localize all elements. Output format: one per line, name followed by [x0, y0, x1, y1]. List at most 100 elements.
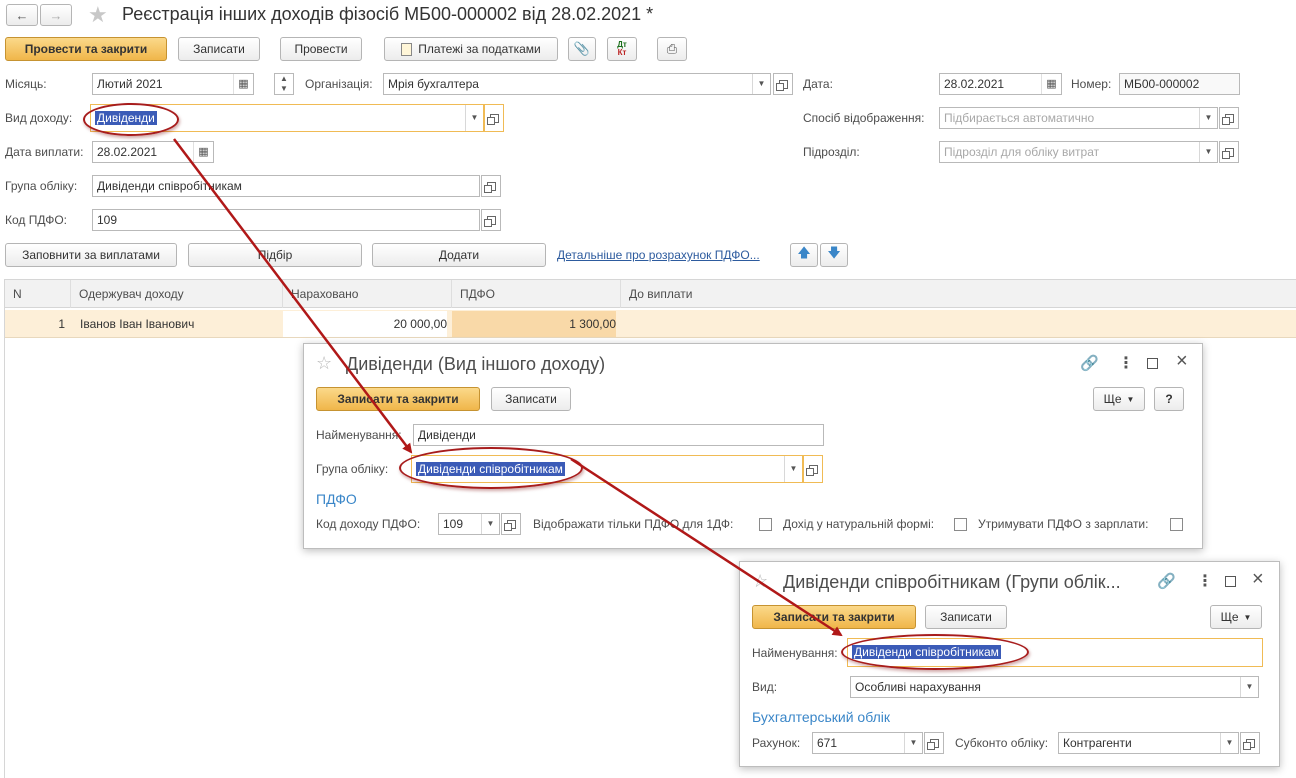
group-open-button[interactable]: [803, 455, 823, 483]
post-and-close-button[interactable]: Провести та закрити: [5, 37, 167, 61]
tax-payments-button[interactable]: Платежі за податками: [384, 37, 558, 61]
chevron-down-icon[interactable]: ▼: [904, 733, 922, 753]
link-icon[interactable]: 🔗: [1080, 354, 1099, 372]
print-button[interactable]: ⎙: [657, 37, 687, 61]
income-type-field[interactable]: Дивіденди ▼: [90, 104, 484, 132]
column-header-pdfo[interactable]: ПДФО: [452, 280, 621, 308]
income-type-open-button[interactable]: [484, 104, 504, 132]
kind-field[interactable]: Особливі нарахування ▼: [850, 676, 1259, 698]
only-1df-checkbox[interactable]: [759, 518, 772, 531]
number-field[interactable]: МБ00-000002: [1119, 73, 1240, 95]
organization-open-button[interactable]: [773, 73, 793, 95]
help-button[interactable]: ?: [1154, 387, 1184, 411]
pdfo-income-code-field[interactable]: 109 ▼: [438, 513, 500, 535]
date-field[interactable]: 28.02.2021 ▦: [939, 73, 1062, 95]
calendar-icon[interactable]: ▦: [233, 74, 253, 94]
arrow-down-icon: 🡇: [827, 245, 841, 260]
chevron-down-icon[interactable]: ▼: [752, 74, 770, 94]
dialog-title: Дивіденди співробітникам (Групи облік...: [783, 572, 1121, 592]
account-group-dialog: ☆ Дивіденди співробітникам (Групи облік.…: [739, 561, 1280, 767]
division-field[interactable]: Підрозділ для обліку витрат ▼: [939, 141, 1218, 163]
natural-form-checkbox[interactable]: [954, 518, 967, 531]
column-header-payout[interactable]: До виплати: [621, 280, 1296, 308]
account-field[interactable]: 671 ▼: [812, 732, 923, 754]
maximize-icon[interactable]: [1225, 576, 1236, 587]
chevron-down-icon[interactable]: ▼: [1240, 677, 1258, 697]
fill-by-payments-button[interactable]: Заповнити за виплатами: [5, 243, 177, 267]
chevron-down-icon[interactable]: ▼: [1220, 733, 1238, 753]
pick-button[interactable]: Підбір: [188, 243, 362, 267]
link-icon[interactable]: 🔗: [1157, 572, 1176, 590]
favorite-star-icon[interactable]: ☆: [316, 353, 332, 374]
save-button[interactable]: Записати: [925, 605, 1007, 629]
close-icon[interactable]: ×: [1176, 350, 1188, 373]
close-icon[interactable]: ×: [1252, 568, 1264, 591]
month-stepper[interactable]: ▲ ▼: [274, 73, 294, 95]
cell-pdfo: 1 300,00: [452, 311, 616, 337]
account-open-button[interactable]: [924, 732, 944, 754]
display-method-open-button[interactable]: [1219, 107, 1239, 129]
chevron-down-icon: ▼: [1243, 612, 1252, 622]
display-method-field[interactable]: Підбирається автоматично ▼: [939, 107, 1218, 129]
calendar-icon[interactable]: ▦: [193, 142, 213, 162]
month-label: Місяць:: [5, 77, 47, 91]
date-label: Дата:: [803, 77, 833, 91]
attach-button[interactable]: 📎: [568, 37, 596, 61]
name-label: Найменування:: [316, 428, 402, 442]
chevron-down-icon[interactable]: ▼: [1199, 108, 1217, 128]
account-group-open-button[interactable]: [481, 175, 501, 197]
column-header-n[interactable]: N: [5, 280, 71, 308]
arrow-right-icon: →: [49, 7, 63, 23]
maximize-icon[interactable]: [1147, 358, 1158, 369]
subconto-open-button[interactable]: [1240, 732, 1260, 754]
save-button[interactable]: Записати: [178, 37, 260, 61]
more-vertical-icon[interactable]: ⋮: [1118, 353, 1134, 373]
more-vertical-icon[interactable]: ⋮: [1197, 571, 1213, 591]
table-header: N Одержувач доходу Нараховано ПДФО До ви…: [5, 280, 1296, 308]
open-icon: [1221, 113, 1234, 125]
name-field[interactable]: Дивіденди співробітникам: [847, 638, 1263, 667]
month-field[interactable]: Лютий 2021 ▦: [92, 73, 254, 95]
column-header-accrued[interactable]: Нараховано: [283, 280, 452, 308]
pdfo-code-open-button[interactable]: [501, 513, 521, 535]
group-field[interactable]: Дивіденди співробітникам ▼: [411, 455, 803, 483]
more-button[interactable]: Ще ▼: [1093, 387, 1145, 411]
account-group-field[interactable]: Дивіденди співробітникам: [92, 175, 480, 197]
save-and-close-button[interactable]: Записати та закрити: [752, 605, 916, 629]
withhold-pdfo-checkbox[interactable]: [1170, 518, 1183, 531]
add-button[interactable]: Додати: [372, 243, 546, 267]
subconto-field[interactable]: Контрагенти ▼: [1058, 732, 1239, 754]
chevron-down-icon[interactable]: ▼: [465, 105, 483, 131]
forward-button[interactable]: →: [40, 4, 72, 26]
move-down-button[interactable]: 🡇: [820, 243, 848, 267]
pdfo-code-field[interactable]: 109: [92, 209, 480, 231]
save-and-close-button[interactable]: Записати та закрити: [316, 387, 480, 411]
table-row[interactable]: 1 Іванов Іван Іванович 20 000,00 1 300,0…: [5, 310, 1296, 338]
favorite-star-icon[interactable]: ★: [88, 2, 108, 28]
pdfo-code-open-button[interactable]: [481, 209, 501, 231]
save-button[interactable]: Записати: [491, 387, 571, 411]
open-icon: [805, 464, 818, 476]
income-type-dialog: ☆ Дивіденди (Вид іншого доходу) 🔗 ⋮ × За…: [303, 343, 1203, 549]
column-header-recipient[interactable]: Одержувач доходу: [71, 280, 283, 308]
division-open-button[interactable]: [1219, 141, 1239, 163]
chevron-down-icon[interactable]: ▼: [481, 514, 499, 534]
post-button[interactable]: Провести: [280, 37, 362, 61]
name-field[interactable]: Дивіденди: [413, 424, 824, 446]
paperclip-icon: 📎: [573, 41, 591, 56]
organization-field[interactable]: Мрія бухгалтера ▼: [383, 73, 771, 95]
pdfo-details-link[interactable]: Детальніше про розрахунок ПДФО...: [557, 248, 760, 262]
chevron-down-icon[interactable]: ▼: [1199, 142, 1217, 162]
move-up-button[interactable]: 🡅: [790, 243, 818, 267]
dt-kt-button[interactable]: Дт Кт: [607, 37, 637, 61]
back-button[interactable]: ←: [6, 4, 38, 26]
pay-date-label: Дата виплати:: [5, 145, 84, 159]
subconto-label: Субконто обліку:: [955, 736, 1049, 750]
chevron-down-icon[interactable]: ▼: [784, 456, 802, 482]
favorite-star-icon[interactable]: ☆: [752, 571, 768, 592]
more-button[interactable]: Ще ▼: [1210, 605, 1262, 629]
calendar-icon[interactable]: ▦: [1041, 74, 1061, 94]
cell-n: 1: [58, 317, 65, 331]
arrow-left-icon: ←: [15, 7, 29, 23]
pay-date-field[interactable]: 28.02.2021 ▦: [92, 141, 214, 163]
